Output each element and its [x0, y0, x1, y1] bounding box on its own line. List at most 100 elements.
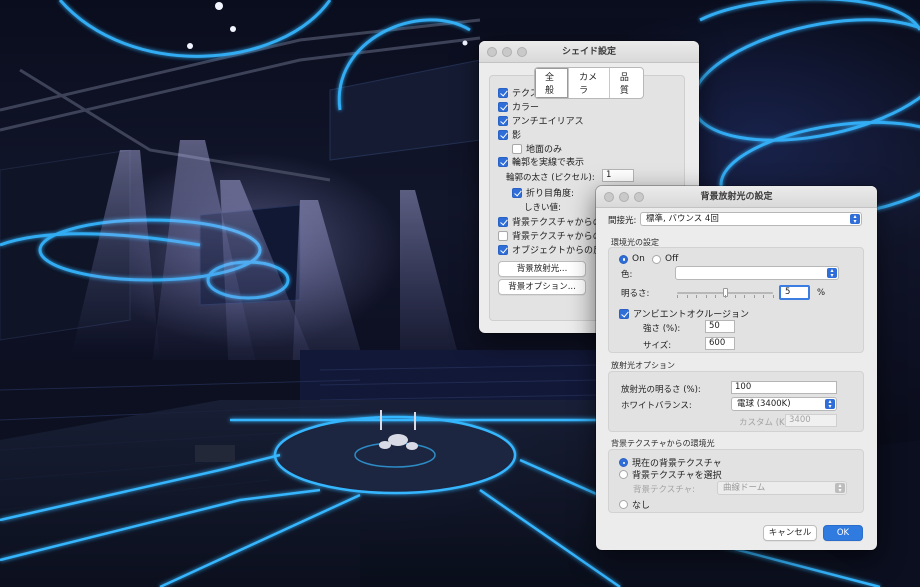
- threshold-label: しきい値:: [524, 203, 561, 213]
- ground-only-checkbox[interactable]: [512, 143, 522, 154]
- brightness-unit: %: [817, 288, 826, 298]
- crease-angle-label: 折り目角度:: [526, 189, 575, 199]
- slider-tick: [715, 295, 716, 298]
- current-bg-texture-dot[interactable]: [619, 458, 628, 467]
- none-radio-dot[interactable]: [619, 500, 628, 509]
- shadow-label: 影: [512, 131, 522, 141]
- solid-outline-label: 輪郭を実線で表示: [512, 158, 585, 168]
- minimize-button[interactable]: [502, 47, 512, 57]
- white-balance-label: ホワイトバランス:: [621, 401, 692, 411]
- white-balance-value: 電球 (3400K): [737, 399, 791, 409]
- outline-width-label: 輪郭の太さ (ピクセル):: [506, 173, 595, 183]
- texture-checkbox[interactable]: [498, 87, 508, 98]
- ao-size-field[interactable]: 600: [705, 337, 735, 350]
- bg-options-button[interactable]: 背景オプション...: [498, 279, 586, 295]
- bg-texture-label: 背景テクスチャ:: [633, 485, 696, 495]
- brightness-field[interactable]: 5: [779, 285, 810, 300]
- ambient-off-radio-dot[interactable]: [652, 254, 661, 264]
- color-checkbox[interactable]: [498, 101, 508, 112]
- env-texture-box: 現在の背景テクスチャ 背景テクスチャを選択 背景テクスチャ: 曲線ドーム ▴ ▾ …: [608, 449, 864, 513]
- shade-tab-bar: 全般 カメラ 品質: [534, 67, 644, 99]
- chevron-updown-icon: ▴ ▾: [827, 268, 837, 279]
- ao-size-label: サイズ:: [643, 341, 672, 351]
- white-balance-select[interactable]: 電球 (3400K) ▴ ▾: [731, 397, 837, 411]
- antialias-option[interactable]: アンチエイリアス: [498, 114, 584, 127]
- tab-camera[interactable]: カメラ: [568, 68, 609, 98]
- custom-kelvin-field[interactable]: 3400: [785, 414, 837, 427]
- slider-tick: [725, 295, 726, 298]
- emission-brightness-label: 放射光の明るさ (%):: [621, 385, 701, 395]
- slider-tick: [763, 295, 764, 298]
- bg-texture-reflect-option[interactable]: 背景テクスチャからの反: [498, 229, 611, 242]
- env-texture-section-title: 背景テクスチャからの環境光: [611, 439, 715, 448]
- ok-button[interactable]: OK: [823, 525, 863, 541]
- slider-tick: [677, 295, 678, 298]
- indirect-light-label: 間接光:: [608, 216, 637, 226]
- slider-tick: [706, 295, 707, 298]
- slider-tick: [696, 295, 697, 298]
- tab-general[interactable]: 全般: [535, 68, 569, 98]
- zoom-button[interactable]: [517, 47, 527, 57]
- ambient-on-radio[interactable]: On: [619, 254, 645, 264]
- bg-texture-select[interactable]: 曲線ドーム ▴ ▾: [717, 481, 847, 495]
- emission-box: 放射光の明るさ (%): 100 ホワイトバランス: 電球 (3400K) ▴ ▾…: [608, 371, 864, 432]
- outline-width-field[interactable]: 1: [602, 169, 634, 182]
- ground-only-option[interactable]: 地面のみ: [512, 142, 562, 155]
- bg-titlebar: 背景放射光の設定: [596, 186, 877, 208]
- custom-kelvin-label: カスタム (K):: [739, 418, 791, 428]
- bg-window-title: 背景放射光の設定: [700, 192, 773, 202]
- color-option[interactable]: カラー: [498, 100, 539, 113]
- ao-strength-label: 強さ (%):: [643, 324, 681, 334]
- emission-brightness-field[interactable]: 100: [731, 381, 837, 394]
- bg-texture-reflect-checkbox[interactable]: [498, 230, 508, 241]
- indirect-light-value: 標準, バウンス 4回: [646, 214, 719, 224]
- solid-outline-option[interactable]: 輪郭を実線で表示: [498, 155, 584, 168]
- object-reflect-option[interactable]: オブジェクトからの反射: [498, 243, 611, 256]
- shadow-checkbox[interactable]: [498, 129, 508, 140]
- indirect-light-select[interactable]: 標準, バウンス 4回 ▴ ▾: [640, 212, 862, 226]
- select-bg-texture-label: 背景テクスチャを選択: [632, 471, 722, 481]
- select-bg-texture-dot[interactable]: [619, 470, 628, 479]
- crease-angle-option[interactable]: 折り目角度:: [512, 186, 574, 199]
- ao-checkbox[interactable]: [619, 308, 629, 319]
- bg-light-settings-window: 背景放射光の設定 間接光: 標準, バウンス 4回 ▴ ▾ 環境光の設定 On O…: [596, 186, 877, 550]
- ao-option[interactable]: アンビエントオクルージョン: [619, 307, 749, 320]
- crease-angle-checkbox[interactable]: [512, 187, 522, 198]
- slider-tick: [687, 295, 688, 298]
- shade-window-title: シェイド設定: [561, 47, 616, 57]
- cancel-button[interactable]: キャンセル: [763, 525, 817, 541]
- select-bg-texture-radio[interactable]: 背景テクスチャを選択: [619, 468, 722, 481]
- slider-tick: [754, 295, 755, 298]
- antialias-checkbox[interactable]: [498, 115, 508, 126]
- bg-texture-env-option[interactable]: 背景テクスチャからの環: [498, 215, 611, 228]
- object-reflect-checkbox[interactable]: [498, 244, 508, 255]
- slider-tick: [773, 295, 774, 298]
- ao-strength-field[interactable]: 50: [705, 320, 735, 333]
- tab-quality[interactable]: 品質: [608, 68, 643, 98]
- ambient-color-select[interactable]: ▴ ▾: [675, 266, 839, 280]
- brightness-label: 明るさ:: [621, 289, 650, 299]
- zoom-button[interactable]: [634, 192, 644, 202]
- none-radio[interactable]: なし: [619, 498, 650, 511]
- bg-texture-value: 曲線ドーム: [723, 483, 766, 493]
- bg-texture-env-checkbox[interactable]: [498, 216, 508, 227]
- antialias-label: アンチエイリアス: [512, 117, 584, 127]
- solid-outline-checkbox[interactable]: [498, 156, 508, 167]
- ambient-on-radio-dot[interactable]: [619, 254, 628, 264]
- bg-light-button[interactable]: 背景放射光...: [498, 261, 586, 277]
- ambient-off-radio[interactable]: Off: [652, 254, 678, 264]
- close-button[interactable]: [487, 47, 497, 57]
- minimize-button[interactable]: [619, 192, 629, 202]
- shadow-option[interactable]: 影: [498, 128, 521, 141]
- emission-section-title: 放射光オプション: [611, 361, 675, 370]
- window-controls: [604, 192, 644, 202]
- ambient-box: On Off 色: ▴ ▾ 明るさ: 5 % アンビエントオクルージョン 強さ (…: [608, 247, 864, 353]
- close-button[interactable]: [604, 192, 614, 202]
- window-controls: [487, 47, 527, 57]
- ambient-on-label: On: [632, 254, 645, 264]
- shade-titlebar: シェイド設定: [479, 41, 699, 63]
- slider-tick: [735, 295, 736, 298]
- ground-only-label: 地面のみ: [526, 145, 563, 155]
- ao-label: アンビエントオクルージョン: [633, 310, 750, 320]
- chevron-updown-icon: ▴ ▾: [850, 214, 860, 225]
